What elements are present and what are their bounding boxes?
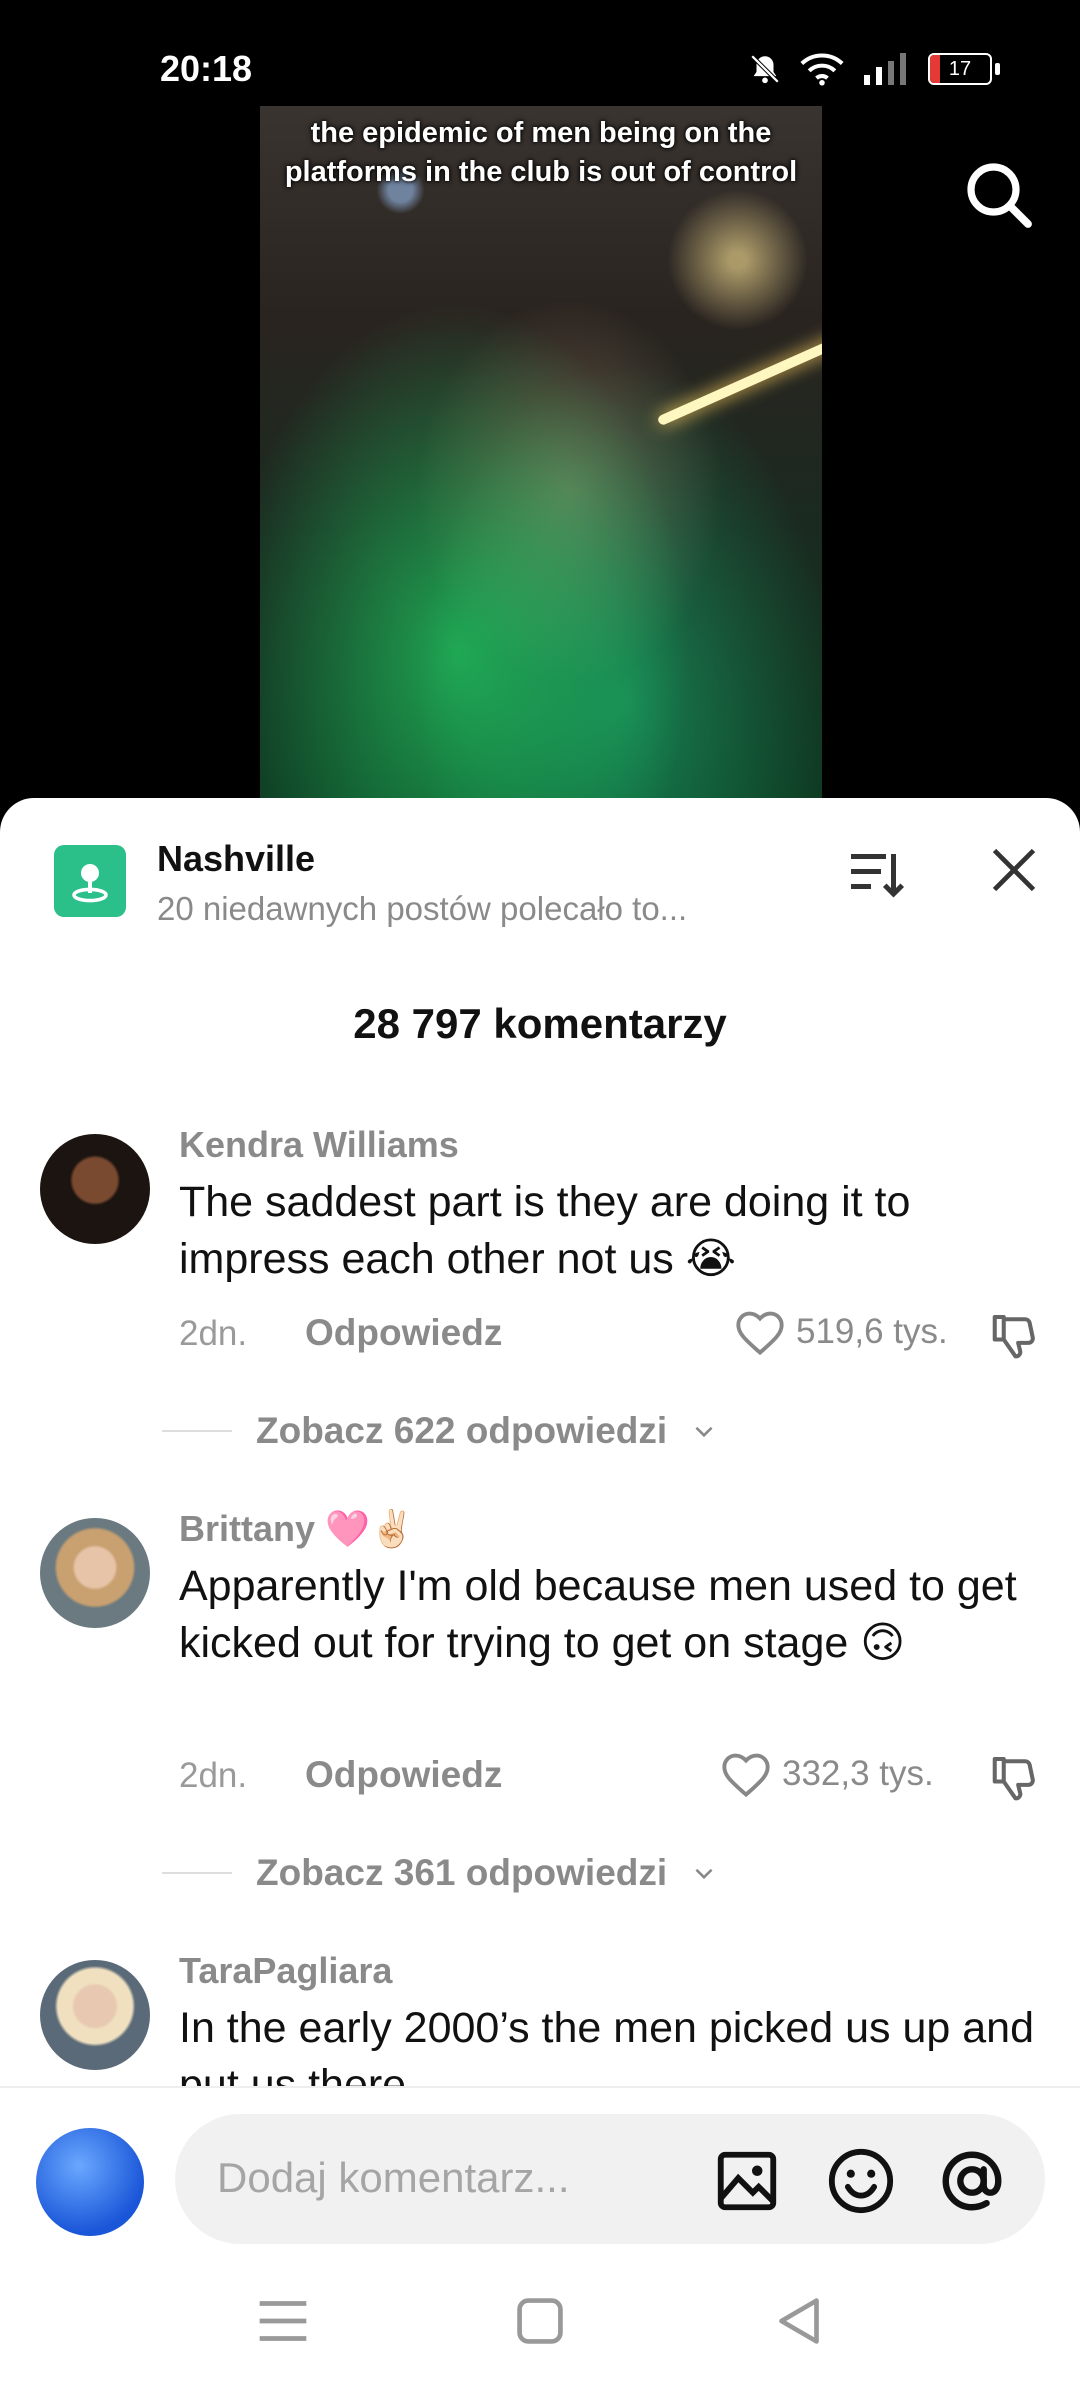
comment-count: 28 797 komentarzy (353, 1000, 727, 1047)
view-replies-label: Zobacz 622 odpowiedzi (256, 1410, 668, 1451)
status-icons: 17 (748, 52, 1000, 86)
menu-icon[interactable] (248, 2286, 318, 2356)
chevron-down-icon (695, 1426, 713, 1438)
search-icon[interactable] (962, 158, 1034, 230)
status-time: 20:18 (160, 48, 253, 89)
comment-input[interactable]: Dodaj komentarz... (175, 2114, 1045, 2244)
comment-text: In the early 2000’s the men picked us up… (179, 2004, 1035, 2086)
heart-icon (736, 1311, 784, 1356)
reply-button[interactable]: Odpowiedz (305, 1754, 502, 1796)
comment-username[interactable]: Brittany 🩷✌🏻 (179, 1508, 415, 1550)
comment-age: 2dn. (179, 1756, 248, 1795)
home-icon[interactable] (505, 2286, 575, 2356)
comment-username[interactable]: TaraPagliara (179, 1950, 392, 1992)
like-count: 519,6 tys. (796, 1312, 948, 1351)
chevron-down-icon (695, 1868, 713, 1880)
reply-button[interactable]: Odpowiedz (305, 1312, 502, 1354)
like-count: 332,3 tys. (782, 1754, 934, 1793)
comment-input-bar: Dodaj komentarz... (0, 2086, 1080, 2248)
view-replies-button[interactable]: Zobacz 622 odpowiedzi (162, 1410, 717, 1452)
comment-text: Apparently I'm old because men used to g… (179, 1562, 1017, 1667)
comment-text: The saddest part is they are doing it to… (179, 1178, 911, 1283)
dislike-icon[interactable] (988, 1750, 1042, 1804)
mention-icon[interactable] (937, 2146, 1007, 2216)
dislike-icon[interactable] (988, 1308, 1042, 1362)
wifi-icon (800, 53, 844, 86)
location-subtitle[interactable]: 20 niedawnych postów polecało to... (157, 890, 687, 928)
location-title[interactable]: Nashville (157, 838, 315, 880)
comment-age: 2dn. (179, 1314, 248, 1353)
emoji-icon[interactable] (826, 2146, 896, 2216)
avatar[interactable] (40, 1134, 150, 1244)
image-icon[interactable] (712, 2146, 782, 2216)
heart-icon (722, 1753, 770, 1798)
video-player[interactable]: the epidemic of men being on the platfor… (260, 106, 822, 806)
sort-icon[interactable] (846, 844, 906, 904)
like-button[interactable]: 519,6 tys. (734, 1308, 948, 1356)
view-replies-button[interactable]: Zobacz 361 odpowiedzi (162, 1852, 717, 1894)
avatar[interactable] (40, 1518, 150, 1628)
avatar[interactable] (40, 1960, 150, 2070)
battery-fill (930, 55, 941, 83)
battery-level: 17 (948, 57, 972, 80)
my-avatar[interactable] (36, 2128, 144, 2236)
back-icon[interactable] (764, 2286, 834, 2356)
comment-username[interactable]: Kendra Williams (179, 1124, 459, 1166)
location-pin-icon[interactable] (54, 845, 126, 917)
mute-bell-icon (750, 54, 780, 84)
like-button[interactable]: 332,3 tys. (720, 1750, 934, 1798)
close-icon[interactable] (988, 844, 1040, 896)
comment-item: TaraPagliara In the early 2000’s the men… (0, 1936, 1080, 2086)
neon-light (656, 335, 822, 427)
video-caption: the epidemic of men being on the platfor… (284, 117, 798, 188)
battery-indicator: 17 (928, 53, 1000, 85)
view-replies-label: Zobacz 361 odpowiedzi (256, 1852, 668, 1893)
system-nav-bar (0, 2246, 1080, 2400)
comment-input-placeholder: Dodaj komentarz... (217, 2154, 570, 2201)
status-bar: 20:18 17 (0, 0, 1080, 110)
signal-icon (864, 53, 906, 85)
